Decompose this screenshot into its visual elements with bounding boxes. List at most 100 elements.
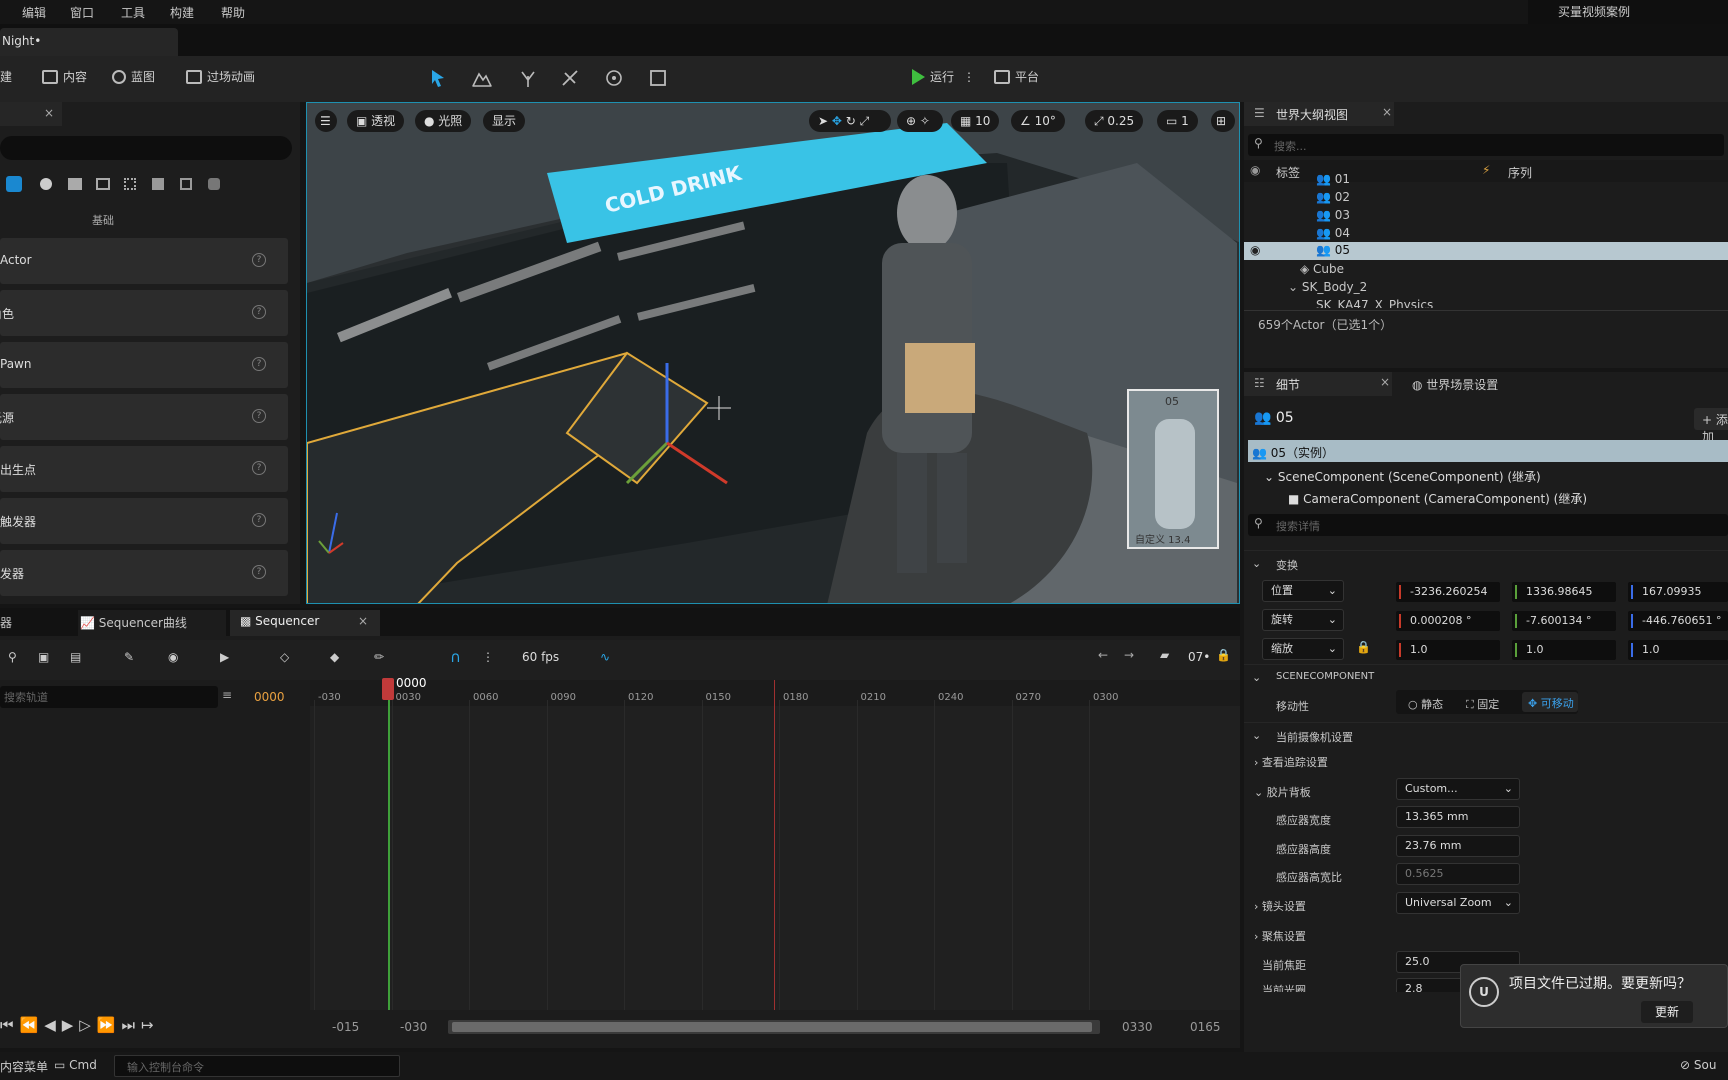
forward-arrow-icon[interactable]: → [1124, 648, 1134, 662]
menu-build[interactable]: 构建 [170, 4, 194, 21]
viewport-menu-button[interactable]: ☰ [315, 110, 337, 132]
filmback-dropdown[interactable]: Custom... ⌄ [1396, 778, 1520, 800]
coordinate-space-group[interactable]: ⊕ ✧ [897, 110, 943, 132]
sequencer-timeline[interactable] [310, 680, 1240, 1010]
outliner-row[interactable]: SK_KA47_X_Physics [1316, 298, 1516, 308]
lookat-settings-row[interactable]: › 查看追踪设置 [1254, 754, 1328, 770]
playhead-handle[interactable] [382, 678, 394, 700]
rotation-x-field[interactable]: 0.000208 ° [1396, 611, 1500, 631]
scale-x-field[interactable]: 1.0 [1396, 640, 1500, 660]
place-character-item[interactable]: 角色? [0, 290, 288, 336]
select-mode-icon[interactable] [428, 68, 448, 88]
lens-settings-row[interactable]: › 镜头设置 [1254, 898, 1306, 914]
outliner-row[interactable]: ⌄ SK_Body_2 [1288, 280, 1367, 294]
level-tab[interactable]: Night• [0, 28, 178, 56]
lights-category-icon[interactable] [40, 178, 52, 190]
snap-magnet-icon[interactable]: ∩ [450, 648, 461, 666]
visibility-icon[interactable]: ◉ [1250, 243, 1260, 257]
chevron-right-icon[interactable]: › [1254, 900, 1262, 913]
geometry-category-icon[interactable] [152, 178, 164, 190]
tab-previous[interactable]: 器 [0, 614, 12, 631]
platform-button[interactable]: 平台 [994, 68, 1039, 85]
create-button[interactable]: 创建 [0, 68, 12, 85]
help-icon[interactable]: ? [252, 409, 266, 423]
scenecomponent-section[interactable]: ⌄ SCENECOMPONENT [1244, 664, 1728, 690]
world-icon[interactable]: ⊕ [906, 114, 916, 128]
scale-y-field[interactable]: 1.0 [1512, 640, 1616, 660]
sensor-width-field[interactable]: 13.365 mm [1396, 806, 1520, 828]
help-icon[interactable]: ? [252, 305, 266, 319]
search-icon[interactable]: ⚲ [8, 650, 17, 664]
mobility-stationary[interactable]: ⛶ 固定 [1466, 696, 1499, 712]
help-icon[interactable]: ? [252, 513, 266, 527]
outliner-row[interactable]: 👥 04 [1316, 226, 1350, 240]
lock-icon[interactable]: 🔒 [1356, 640, 1371, 654]
rotation-snap-button[interactable]: ∠ 10° [1011, 110, 1065, 132]
rotation-y-field[interactable]: -7.600134 ° [1512, 611, 1616, 631]
folder-icon[interactable]: ▰ [1160, 648, 1169, 662]
view-range-start[interactable]: -030 [400, 1020, 427, 1034]
loop-icon[interactable]: ↦ [141, 1016, 160, 1034]
tab-sequencer[interactable]: ▩ Sequencer × [230, 610, 380, 636]
step-back-icon[interactable]: ◀ [44, 1016, 62, 1034]
mobility-static[interactable]: ○ 静态 [1408, 696, 1443, 712]
source-control-button[interactable]: ⊘ Sou [1680, 1058, 1716, 1072]
range-start[interactable]: -015 [332, 1020, 359, 1034]
key-icon[interactable]: ◇ [280, 650, 289, 664]
search-input[interactable] [0, 136, 292, 160]
lens-dropdown[interactable]: Universal Zoom ⌄ [1396, 892, 1520, 914]
viewport-layout-button[interactable]: ⊞ [1211, 110, 1235, 132]
place-player-start-item[interactable]: 玩家出生点? [0, 446, 288, 492]
chevron-down-icon[interactable]: ⌄ [1264, 470, 1278, 484]
end-frame-button[interactable]: 07• [1188, 650, 1210, 664]
camera-settings-section[interactable]: ⌄ 当前摄像机设置 [1244, 722, 1728, 748]
recent-category-icon[interactable] [6, 176, 22, 192]
chevron-down-icon[interactable]: ⌄ [1252, 729, 1261, 742]
select-icon[interactable]: ➤ [818, 114, 828, 128]
transform-tools-group[interactable]: ➤ ✥ ↻ ⤢ [809, 110, 891, 132]
rotate-icon[interactable]: ↻ [846, 114, 856, 128]
scale-icon[interactable]: ⤢ [860, 114, 870, 128]
close-icon[interactable]: × [358, 614, 368, 628]
outliner-row[interactable]: ◈ Cube [1300, 262, 1344, 276]
range-end[interactable]: 0165 [1190, 1020, 1221, 1034]
scene-component-row[interactable]: ⌄ SceneComponent (SceneComponent) (继承) [1264, 468, 1541, 485]
details-search-input[interactable]: ⚲ 搜索详情 [1248, 514, 1728, 536]
help-icon[interactable]: ? [252, 461, 266, 475]
level-viewport[interactable]: COLD DRINK ☰ ▣ 透视 ● 光照 显示 ➤ ✥ ↻ ⤢ ⊕ ✧ ▦ … [306, 102, 1240, 604]
scale-dropdown[interactable]: 缩放 ⌄ [1262, 638, 1344, 660]
content-button[interactable]: 内容 [42, 68, 87, 85]
scrollbar-thumb[interactable] [452, 1022, 1092, 1032]
outliner-search-input[interactable]: ⚲ 搜索... [1248, 134, 1724, 156]
location-dropdown[interactable]: 位置 ⌄ [1262, 580, 1344, 602]
lock-icon[interactable]: 🔒 [1216, 648, 1231, 662]
rotation-dropdown[interactable]: 旋转 ⌄ [1262, 609, 1344, 631]
timeline-scrollbar[interactable] [448, 1020, 1100, 1034]
place-box-trigger-item[interactable]: 立方体触发器? [0, 498, 288, 544]
component-instance-row[interactable]: 👥 05（实例） [1248, 440, 1728, 462]
to-start-icon[interactable]: ⏮ [0, 1016, 20, 1034]
mesh-paint-mode-icon[interactable] [560, 68, 580, 88]
place-actor-item[interactable]: Actor? [0, 238, 288, 284]
details-tab[interactable]: ☷ 细节 × [1244, 372, 1392, 396]
scale-snap-button[interactable]: ⤢ 0.25 [1085, 110, 1144, 132]
filmback-row[interactable]: ⌄ 胶片背板 [1254, 784, 1311, 800]
foliage-mode-icon[interactable] [518, 68, 538, 88]
cmd-button[interactable]: ▭ Cmd [54, 1058, 97, 1072]
view-range-end[interactable]: 0330 [1122, 1020, 1153, 1034]
play-button[interactable]: 运行 ⋮ [912, 68, 975, 85]
show-button[interactable]: 显示 [483, 110, 526, 132]
tab-sequencer-curves[interactable]: 📈 Sequencer曲线 [78, 610, 226, 636]
fracture-mode-icon[interactable] [604, 68, 624, 88]
visibility-icon[interactable]: ◉ [1250, 163, 1260, 177]
play-icon[interactable]: ▶ [62, 1016, 80, 1034]
rotation-z-field[interactable]: -446.760651 ° [1628, 611, 1728, 631]
panel-tab[interactable]: × [0, 102, 62, 126]
chevron-down-icon[interactable]: ⌄ [1288, 280, 1302, 294]
column-label[interactable]: 标签 [1276, 164, 1300, 181]
current-frame[interactable]: 0000 [254, 690, 285, 704]
cinematic-category-icon[interactable] [96, 178, 110, 190]
eye-icon[interactable]: ◉ [168, 650, 178, 664]
outliner-row-selected[interactable]: ◉ 👥 05 [1244, 242, 1728, 260]
track-search-input[interactable]: 搜索轨道 [0, 686, 218, 708]
